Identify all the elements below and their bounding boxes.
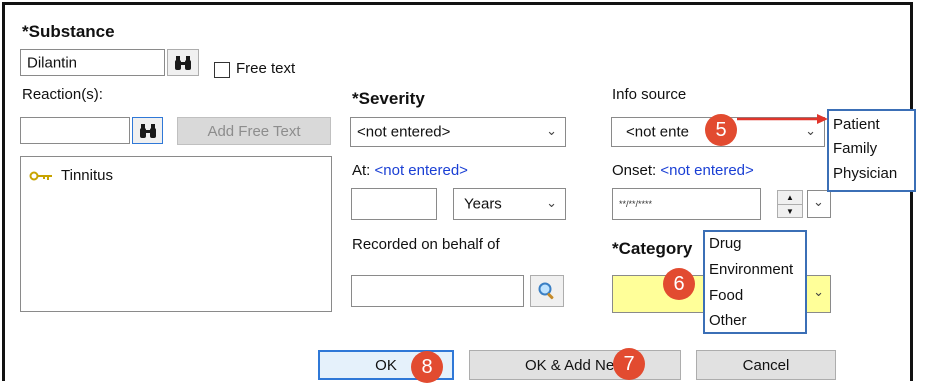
- substance-search-button[interactable]: [167, 49, 199, 76]
- option-other[interactable]: Other: [709, 312, 747, 329]
- ok-add-new-button[interactable]: OK & Add New: [469, 350, 681, 380]
- info-source-label: Info source: [612, 86, 687, 103]
- option-patient[interactable]: Patient: [833, 116, 880, 133]
- cancel-button[interactable]: Cancel: [696, 350, 836, 380]
- age-input[interactable]: [351, 188, 437, 220]
- category-label: *Category: [612, 239, 693, 258]
- spin-down-icon[interactable]: ▼: [778, 204, 802, 218]
- at-label: At:: [352, 162, 371, 179]
- callout-arrow: [737, 114, 828, 124]
- reaction-search-button[interactable]: [132, 117, 163, 144]
- option-physician[interactable]: Physician: [833, 165, 897, 182]
- option-family[interactable]: Family: [833, 140, 877, 157]
- reaction-label: Reaction(s):: [22, 86, 103, 103]
- recorded-search-button[interactable]: [530, 275, 564, 307]
- reaction-item-label: Tinnitus: [61, 167, 113, 184]
- option-drug[interactable]: Drug: [709, 235, 742, 252]
- severity-select[interactable]: <not entered> ⌄: [350, 117, 566, 147]
- list-item[interactable]: Tinnitus: [29, 167, 113, 184]
- age-unit-value: Years: [464, 195, 502, 213]
- option-environment[interactable]: Environment: [709, 261, 793, 278]
- onset-dropdown-button[interactable]: ⌄: [807, 190, 831, 218]
- reaction-input[interactable]: [20, 117, 130, 144]
- chevron-down-icon: ⌄: [546, 123, 557, 139]
- free-text-label: Free text: [236, 60, 296, 77]
- add-free-text-button[interactable]: Add Free Text: [177, 117, 331, 145]
- spin-up-icon[interactable]: ▲: [778, 191, 802, 204]
- reaction-list[interactable]: Tinnitus: [20, 156, 332, 312]
- recorded-input[interactable]: [351, 275, 524, 307]
- substance-label: *Substance: [22, 22, 115, 41]
- onset-row: Onset: <not entered>: [612, 162, 754, 179]
- onset-link[interactable]: <not entered>: [660, 162, 753, 179]
- at-link[interactable]: <not entered>: [375, 162, 468, 179]
- free-text-checkbox[interactable]: [214, 62, 230, 78]
- at-row: At: <not entered>: [352, 162, 468, 179]
- magnifier-icon: [538, 282, 554, 300]
- onset-date-mask: **/**/****: [619, 199, 653, 209]
- info-source-value: <not ente: [626, 123, 689, 141]
- callout-7: 7: [613, 348, 645, 380]
- key-icon: [29, 171, 52, 180]
- info-source-options: Patient Family Physician: [827, 109, 916, 192]
- severity-value: <not entered>: [357, 123, 451, 141]
- severity-label: *Severity: [352, 89, 425, 108]
- binoculars-icon: [175, 55, 191, 70]
- age-unit-select[interactable]: Years ⌄: [453, 188, 566, 220]
- chevron-down-icon: ⌄: [546, 195, 557, 211]
- onset-label: Onset:: [612, 162, 657, 179]
- binoculars-icon: [139, 123, 156, 138]
- onset-spinner[interactable]: ▲ ▼: [777, 190, 803, 218]
- recorded-label: Recorded on behalf of: [352, 236, 500, 253]
- onset-date-input[interactable]: **/**/****: [612, 188, 761, 220]
- callout-5: 5: [705, 114, 737, 146]
- allergy-dialog: *Substance Dilantin Free text Reaction(s…: [0, 0, 925, 385]
- chevron-down-icon: ⌄: [813, 194, 824, 209]
- callout-6: 6: [663, 268, 695, 300]
- callout-8: 8: [411, 351, 443, 383]
- category-options: Drug Environment Food Other: [703, 230, 807, 334]
- substance-value: Dilantin: [27, 54, 78, 71]
- option-food[interactable]: Food: [709, 287, 743, 304]
- substance-input[interactable]: Dilantin: [20, 49, 165, 76]
- chevron-down-icon: ⌄: [813, 284, 824, 299]
